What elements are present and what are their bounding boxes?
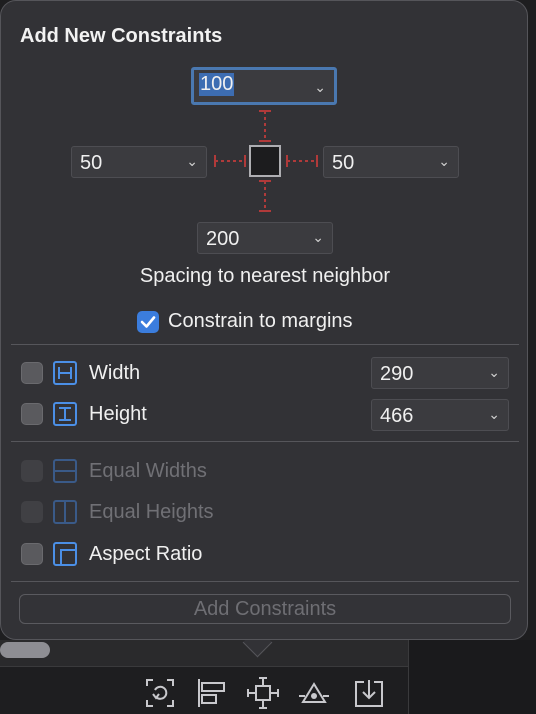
bottom-spacing-field[interactable]: 200 ⌄ bbox=[197, 222, 333, 254]
aspect-ratio-checkbox[interactable] bbox=[21, 543, 43, 565]
bottom-strut-icon[interactable] bbox=[253, 179, 277, 213]
selected-view-preview bbox=[249, 145, 281, 177]
equal-widths-icon bbox=[53, 459, 77, 483]
chevron-down-icon[interactable]: ⌄ bbox=[186, 153, 198, 170]
width-icon bbox=[53, 361, 77, 385]
divider bbox=[11, 344, 519, 345]
update-frames-icon[interactable] bbox=[143, 676, 177, 710]
top-spacing-field[interactable]: 100 ⌄ bbox=[191, 67, 337, 105]
width-value-field[interactable]: 290 ⌄ bbox=[371, 357, 509, 389]
add-constraints-button[interactable]: Add Constraints bbox=[19, 594, 511, 624]
align-icon[interactable] bbox=[195, 676, 229, 710]
left-spacing-field[interactable]: 50 ⌄ bbox=[71, 146, 207, 178]
equal-widths-label[interactable]: Equal Widths bbox=[89, 460, 207, 483]
aspect-ratio-label[interactable]: Aspect Ratio bbox=[89, 543, 202, 566]
equal-heights-label[interactable]: Equal Heights bbox=[89, 501, 214, 524]
equal-widths-checkbox[interactable] bbox=[21, 460, 43, 482]
right-panel bbox=[408, 640, 536, 714]
right-spacing-value[interactable]: 50 bbox=[332, 152, 354, 175]
right-strut-icon[interactable] bbox=[285, 149, 319, 173]
left-strut-icon[interactable] bbox=[213, 149, 247, 173]
left-spacing-value[interactable]: 50 bbox=[80, 152, 102, 175]
embed-in-icon[interactable] bbox=[352, 676, 386, 710]
chevron-down-icon[interactable]: ⌄ bbox=[488, 406, 500, 423]
divider bbox=[11, 581, 519, 582]
spacing-caption: Spacing to nearest neighbor bbox=[139, 265, 391, 287]
equal-heights-icon bbox=[53, 500, 77, 524]
right-spacing-field[interactable]: 50 ⌄ bbox=[323, 146, 459, 178]
equal-heights-checkbox[interactable] bbox=[21, 501, 43, 523]
width-value[interactable]: 290 bbox=[380, 363, 413, 386]
height-checkbox[interactable] bbox=[21, 403, 43, 425]
top-spacing-value[interactable]: 100 bbox=[199, 73, 235, 96]
add-constraints-icon[interactable] bbox=[246, 676, 280, 710]
add-constraints-popover: Add New Constraints 100 ⌄ 50 ⌄ 50 ⌄ 200 … bbox=[0, 0, 528, 640]
chevron-down-icon[interactable]: ⌄ bbox=[312, 229, 324, 246]
add-constraints-label[interactable]: Add Constraints bbox=[20, 598, 510, 621]
popover-title: Add New Constraints bbox=[20, 25, 223, 47]
height-value[interactable]: 466 bbox=[380, 405, 413, 428]
constrain-to-margins-label[interactable]: Constrain to margins bbox=[168, 310, 353, 333]
horizontal-scrollbar[interactable] bbox=[0, 640, 410, 667]
bottom-spacing-value[interactable]: 200 bbox=[206, 228, 239, 251]
chevron-down-icon[interactable]: ⌄ bbox=[314, 79, 326, 96]
width-checkbox[interactable] bbox=[21, 362, 43, 384]
width-label[interactable]: Width bbox=[89, 362, 140, 385]
constrain-to-margins-checkbox[interactable] bbox=[137, 311, 159, 333]
top-strut-icon[interactable] bbox=[253, 109, 277, 143]
aspect-ratio-icon bbox=[53, 542, 77, 566]
checkmark-icon bbox=[140, 316, 156, 328]
chevron-down-icon[interactable]: ⌄ bbox=[488, 364, 500, 381]
scrollbar-thumb[interactable] bbox=[0, 642, 50, 658]
divider bbox=[11, 441, 519, 442]
resolve-issues-icon[interactable] bbox=[297, 676, 331, 710]
height-label[interactable]: Height bbox=[89, 403, 147, 426]
chevron-down-icon[interactable]: ⌄ bbox=[438, 153, 450, 170]
height-value-field[interactable]: 466 ⌄ bbox=[371, 399, 509, 431]
height-icon bbox=[53, 402, 77, 426]
